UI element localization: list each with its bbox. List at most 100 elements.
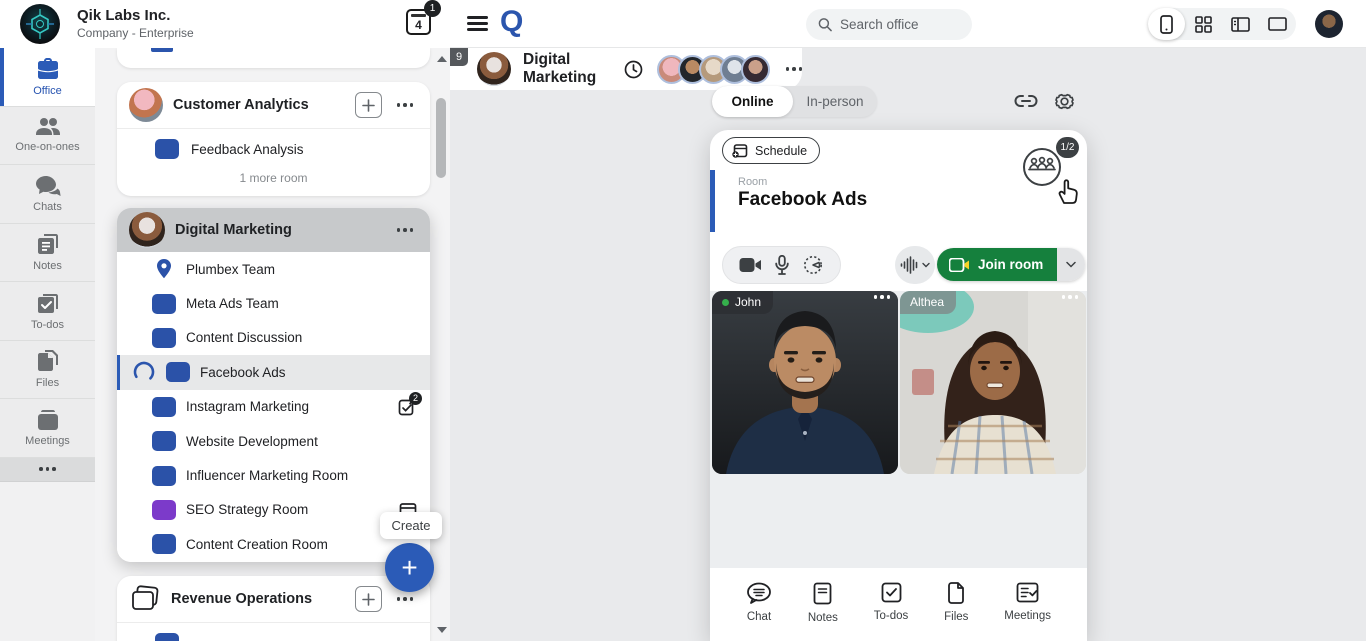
scrollbar-thumb[interactable] [436,98,446,178]
meetings-icon [1016,582,1039,603]
join-room-label: Join room [978,257,1043,272]
tile-menu-button[interactable] [1062,295,1079,299]
ellipsis-icon [874,295,891,299]
workspace-name: Qik Labs Inc. [77,7,170,24]
tool-chat[interactable]: Chat [746,582,772,641]
section-digital-marketing: Digital Marketing Plumbex Team Meta Ads … [117,208,430,562]
section-title[interactable]: Customer Analytics [173,97,345,113]
rail-item-notes[interactable]: Notes [0,224,95,283]
workspace-plan: Company - Enterprise [77,26,194,40]
schedule-button[interactable]: Schedule [722,137,820,164]
rail-label: Notes [33,260,62,272]
section-header[interactable]: Digital Marketing [117,208,430,252]
join-room-button[interactable]: Join room [937,248,1057,281]
rail-item-chats[interactable]: Chats [0,165,95,224]
room-item-website-development[interactable]: Website Development [117,424,430,458]
menu-button[interactable] [467,16,488,31]
room-square-icon [155,633,179,641]
plus-icon [362,593,375,606]
team-menu-button[interactable] [786,67,803,71]
room-item-influencer-marketing-room[interactable]: Influencer Marketing Room [117,458,430,492]
panel-scrollbar[interactable] [434,48,448,641]
participant-tile-john[interactable]: John [712,291,898,474]
tool-notes[interactable]: Notes [808,582,838,641]
room-item-feedback-analysis[interactable]: Feedback Analysis [117,129,430,169]
add-room-button[interactable] [355,92,382,118]
room-item-meta-ads-team[interactable]: Meta Ads Team [117,286,430,320]
notification-badge: 1 [424,0,441,17]
add-room-button[interactable] [355,586,382,612]
briefcase-icon [35,57,61,81]
room-item-partial[interactable] [117,623,430,641]
view-split-button[interactable] [1222,8,1259,40]
create-fab-button[interactable]: + [385,543,434,592]
participant-tile-althea[interactable]: Althea [900,291,1086,474]
copy-link-icon[interactable] [1014,92,1038,110]
section-title: Digital Marketing [175,222,382,238]
join-options-button[interactable] [1057,248,1085,281]
tab-online[interactable]: Online [712,86,793,117]
member-avatars[interactable] [657,55,770,84]
company-logo[interactable] [20,4,60,44]
team-avatar[interactable] [129,212,165,248]
todo-count-badge: 2 [409,392,422,405]
room-item-facebook-ads[interactable]: Facebook Ads [117,355,430,389]
tool-files[interactable]: Files [944,582,968,641]
room-item-instagram-marketing[interactable]: Instagram Marketing 2 [117,390,430,424]
scroll-down-arrow[interactable] [437,627,447,633]
app-logo[interactable]: Q [500,5,522,39]
scroll-up-arrow[interactable] [437,56,447,62]
chat-icon [746,582,772,604]
room-square-icon [152,294,176,314]
member-avatar [741,55,770,84]
more-rooms-link[interactable]: 1 more room [117,169,430,185]
room-square-icon [152,328,176,348]
rail-item-office[interactable]: Office [0,48,95,107]
settings-gear-icon[interactable] [1054,91,1075,112]
view-mobile-button[interactable] [1148,8,1185,40]
tool-todos[interactable]: To-dos [874,582,909,641]
view-full-button[interactable] [1259,8,1296,40]
rail-overflow-button[interactable] [0,458,95,482]
search-icon [818,17,832,32]
rail-item-meetings[interactable]: Meetings [0,399,95,458]
participant-name-tag: John [712,291,773,314]
rail-item-todos[interactable]: To-dos [0,282,95,341]
team-title[interactable]: Digital Marketing [523,51,610,87]
room-square-icon [152,431,176,451]
team-stack-icon[interactable] [129,584,161,614]
mic-toggle[interactable] [775,255,789,275]
todos-icon [36,291,60,315]
section-title[interactable]: Revenue Operations [171,591,345,607]
av-settings-dial[interactable] [802,254,824,276]
create-tooltip: Create [380,512,442,539]
rail-item-one-on-ones[interactable]: One-on-ones [0,107,95,166]
search-box[interactable] [806,9,972,40]
files-icon [947,582,965,604]
tile-menu-button[interactable] [874,295,891,299]
room-square-icon [166,362,190,382]
waveform-icon [900,256,920,274]
chats-icon [35,175,61,197]
section-menu-button[interactable] [392,92,418,118]
room-square-icon [152,500,176,520]
tool-label: Notes [808,612,838,624]
rail-item-files[interactable]: Files [0,341,95,400]
camera-toggle[interactable] [739,257,762,273]
room-square-icon [155,139,179,159]
audio-wave-button[interactable] [895,246,935,284]
search-input[interactable] [840,17,960,32]
tool-label: Files [944,611,968,623]
team-avatar[interactable] [129,88,163,122]
history-clock-icon[interactable] [624,60,643,79]
tab-in-person[interactable]: In-person [793,86,877,117]
user-avatar[interactable] [1315,10,1343,38]
view-grid-button[interactable] [1185,8,1222,40]
logo-art [20,4,60,44]
section-menu-button[interactable] [392,217,418,243]
chevron-down-icon [1066,261,1076,268]
room-item-plumbex-team[interactable]: Plumbex Team [117,252,430,286]
room-item-content-discussion[interactable]: Content Discussion [117,321,430,355]
team-avatar[interactable] [477,52,511,86]
tool-meetings[interactable]: Meetings [1004,582,1051,641]
